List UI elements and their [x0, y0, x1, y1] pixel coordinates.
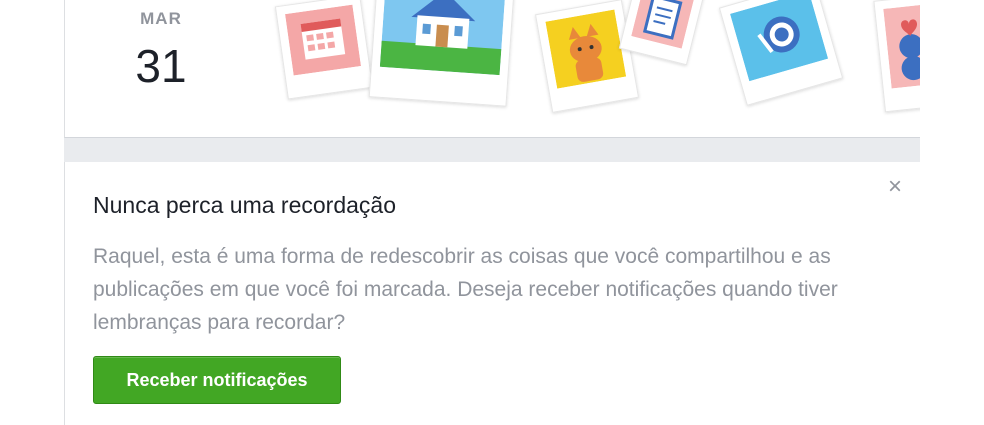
date-month: MAR [140, 9, 182, 28]
receive-notifications-button[interactable]: Receber notificações [93, 356, 341, 404]
cat-icon [545, 9, 627, 89]
feed-separator [64, 138, 920, 162]
cat-photo [534, 0, 640, 113]
house-photo [368, 0, 516, 107]
notification-prompt-card: × Nunca perca uma recordação Raquel, est… [64, 162, 920, 425]
globe-photo [718, 0, 844, 106]
calendar-icon [285, 4, 362, 76]
document-photo [618, 0, 706, 66]
calendar-photo [274, 0, 374, 100]
heart-icon [883, 1, 920, 89]
date-badge: MAR 31 [121, 8, 201, 94]
date-day: 31 [135, 40, 187, 92]
document-icon [631, 0, 695, 49]
close-icon[interactable]: × [884, 175, 906, 199]
heart-photo [873, 0, 920, 113]
globe-icon [730, 0, 829, 82]
prompt-title: Nunca perca uma recordação [93, 192, 396, 218]
prompt-description: Raquel, esta é uma forma de redescobrir … [93, 245, 838, 334]
house-icon [379, 0, 506, 76]
memories-header-card: MAR 31 [64, 0, 920, 138]
